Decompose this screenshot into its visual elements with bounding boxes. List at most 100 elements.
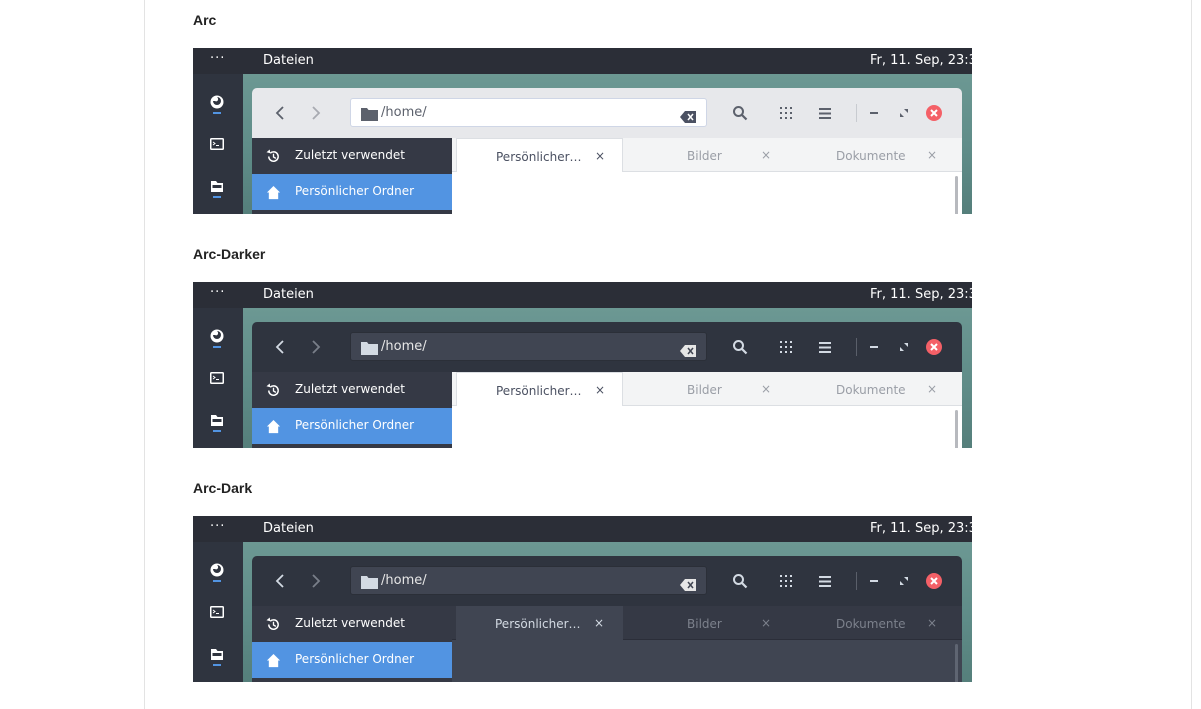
minimize-icon[interactable] (864, 571, 884, 591)
clock[interactable]: Fr, 11. Sep, 23:3 (870, 53, 972, 68)
tab-close-button[interactable]: × (927, 382, 937, 396)
close-icon[interactable] (924, 103, 944, 123)
tab-close-button[interactable]: × (927, 616, 937, 630)
files-icon[interactable] (209, 412, 225, 428)
header-bar: /home/ (252, 88, 962, 139)
running-indicator (213, 346, 221, 348)
firefox-icon[interactable] (209, 94, 225, 110)
scrollbar[interactable] (955, 410, 958, 448)
clock[interactable]: Fr, 11. Sep, 23:3 (870, 521, 972, 536)
firefox-icon[interactable] (209, 562, 225, 578)
sidebar-item-home[interactable]: Persönlicher Ordner (252, 408, 452, 444)
clock[interactable]: Fr, 11. Sep, 23:3 (870, 287, 972, 302)
scrollbar[interactable] (955, 176, 958, 214)
terminal-icon[interactable] (209, 136, 225, 152)
places-sidebar: Zuletzt verwendet Persönlicher Ordner (252, 606, 452, 682)
tab-pictures[interactable]: Bilder × (623, 138, 791, 172)
theme-screenshot-arc: ··· Dateien Fr, 11. Sep, 23:3 /home/ Zul… (193, 48, 972, 214)
tab-documents[interactable]: Dokumente × (791, 372, 962, 406)
tab-pictures[interactable]: Bilder × (623, 606, 791, 640)
location-path[interactable]: /home/ (381, 339, 427, 354)
file-view[interactable] (452, 406, 962, 448)
back-icon[interactable] (270, 571, 290, 591)
location-path[interactable]: /home/ (381, 105, 427, 120)
activities-menu[interactable]: ··· (210, 51, 225, 66)
tab-close-button[interactable]: × (595, 383, 605, 397)
forward-icon[interactable] (306, 571, 326, 591)
dock (193, 542, 243, 682)
tab-close-button[interactable]: × (761, 616, 771, 630)
file-view[interactable] (452, 172, 962, 214)
menu-icon[interactable] (815, 337, 835, 357)
grid-view-icon[interactable] (776, 337, 796, 357)
location-bar[interactable]: /home/ (350, 332, 707, 361)
maximize-icon[interactable] (894, 571, 914, 591)
search-icon[interactable] (730, 337, 750, 357)
grid-view-icon[interactable] (776, 103, 796, 123)
terminal-icon[interactable] (209, 604, 225, 620)
files-icon[interactable] (209, 178, 225, 194)
tab-pictures[interactable]: Bilder × (623, 372, 791, 406)
recent-icon (266, 149, 281, 164)
location-path[interactable]: /home/ (381, 573, 427, 588)
tab-label: Dokumente (836, 383, 906, 397)
file-view[interactable] (452, 640, 962, 682)
tab-documents[interactable]: Dokumente × (791, 606, 962, 640)
tab-close-button[interactable]: × (927, 148, 937, 162)
forward-icon[interactable] (306, 103, 326, 123)
minimize-icon[interactable] (864, 103, 884, 123)
clear-icon[interactable] (680, 576, 696, 591)
minimize-icon[interactable] (864, 337, 884, 357)
running-indicator (213, 430, 221, 432)
home-icon (266, 419, 281, 434)
tab-documents[interactable]: Dokumente × (791, 138, 962, 172)
back-icon[interactable] (270, 337, 290, 357)
scrollbar[interactable] (955, 644, 958, 682)
tab-close-button[interactable]: × (761, 382, 771, 396)
sidebar-item-recent[interactable]: Zuletzt verwendet (252, 138, 452, 174)
menu-icon[interactable] (815, 571, 835, 591)
app-menu[interactable]: Dateien (263, 521, 314, 536)
maximize-icon[interactable] (894, 337, 914, 357)
menu-icon[interactable] (815, 103, 835, 123)
running-indicator (213, 196, 221, 198)
activities-menu[interactable]: ··· (210, 285, 225, 300)
app-menu[interactable]: Dateien (263, 287, 314, 302)
home-icon (266, 185, 281, 200)
tab-label: Persönlicher… (496, 384, 582, 398)
location-bar[interactable]: /home/ (350, 566, 707, 595)
tab-close-button[interactable]: × (761, 148, 771, 162)
activities-menu[interactable]: ··· (210, 519, 225, 534)
location-bar[interactable]: /home/ (350, 98, 707, 127)
firefox-icon[interactable] (209, 328, 225, 344)
tab-home[interactable]: Persönlicher… × (456, 138, 623, 172)
sidebar-item-home[interactable]: Persönlicher Ordner (252, 174, 452, 210)
clear-icon[interactable] (680, 342, 696, 357)
grid-view-icon[interactable] (776, 571, 796, 591)
close-icon[interactable] (924, 337, 944, 357)
header-separator (856, 572, 857, 590)
search-icon[interactable] (730, 103, 750, 123)
maximize-icon[interactable] (894, 103, 914, 123)
back-icon[interactable] (270, 103, 290, 123)
files-icon[interactable] (209, 646, 225, 662)
tab-label: Persönlicher… (495, 617, 581, 631)
tab-label: Bilder (687, 149, 722, 163)
sidebar-item-home[interactable]: Persönlicher Ordner (252, 642, 452, 678)
tab-close-button[interactable]: × (595, 149, 605, 163)
clear-icon[interactable] (680, 108, 696, 123)
search-icon[interactable] (730, 571, 750, 591)
close-icon[interactable] (924, 571, 944, 591)
app-menu[interactable]: Dateien (263, 53, 314, 68)
tab-bar: Persönlicher… × Bilder × Dokumente × (452, 372, 962, 406)
tab-home[interactable]: Persönlicher… × (456, 372, 623, 406)
terminal-icon[interactable] (209, 370, 225, 386)
forward-icon[interactable] (306, 337, 326, 357)
folder-icon (361, 574, 378, 589)
tab-home[interactable]: Persönlicher… × (456, 606, 623, 640)
sidebar-item-recent[interactable]: Zuletzt verwendet (252, 606, 452, 642)
tab-close-button[interactable]: × (594, 616, 604, 630)
sidebar-item-recent[interactable]: Zuletzt verwendet (252, 372, 452, 408)
content-left-border (144, 0, 145, 709)
header-separator (856, 104, 857, 122)
